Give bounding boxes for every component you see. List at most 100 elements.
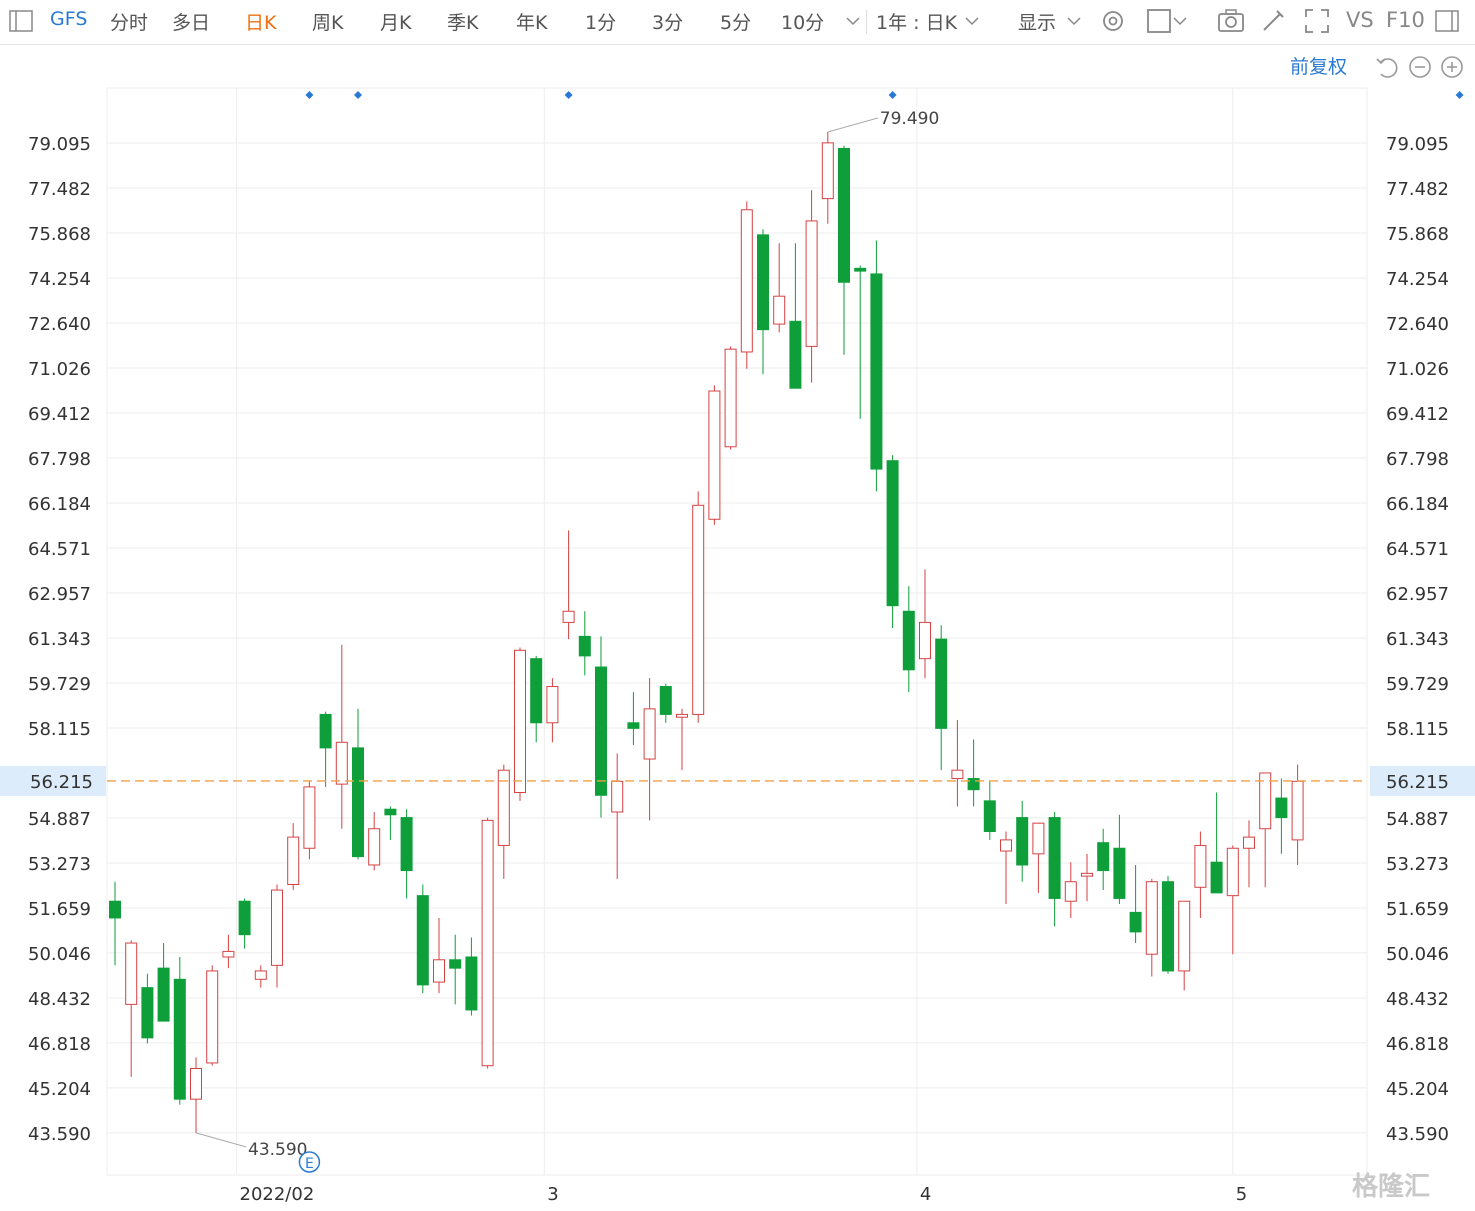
- y-tick-label-right: 43.590: [1386, 1124, 1449, 1145]
- candle-down: [530, 655, 543, 743]
- candlestick-chart[interactable]: 79.095 77.482 75.868 74.254 72.640 71.026 69.4…: [0, 44, 1475, 1211]
- candle-body: [1129, 911, 1142, 933]
- tab-rik[interactable]: 日K: [245, 8, 276, 35]
- y-tick-label-left: 50.046: [28, 944, 91, 965]
- candle-body: [659, 686, 672, 715]
- candle-body: [1178, 900, 1191, 972]
- camera-icon[interactable]: [1216, 6, 1246, 36]
- candle-down: [1129, 864, 1142, 944]
- chevron-down-icon[interactable]: [1170, 6, 1200, 36]
- event-icon[interactable]: E: [298, 1151, 321, 1173]
- candle-body: [983, 800, 996, 833]
- event-diamond-marker[interactable]: [564, 91, 573, 99]
- candle-down: [757, 229, 769, 375]
- candle-down: [400, 809, 413, 899]
- y-tick-label-right: 69.412: [1386, 404, 1449, 425]
- fullscreen-icon[interactable]: [1302, 6, 1332, 36]
- tab-jik[interactable]: 季K: [447, 8, 478, 35]
- x-tick-label: 5: [1236, 1184, 1247, 1205]
- y-tick-label-left: 67.798: [28, 449, 91, 470]
- candle-up: [514, 647, 526, 801]
- event-diamond-marker[interactable]: [354, 91, 362, 99]
- y-tick-label-left: 51.659: [28, 899, 91, 920]
- candle-down: [595, 636, 607, 818]
- candle-down: [1048, 812, 1061, 927]
- tab-zhouk[interactable]: 周K: [312, 8, 343, 35]
- candle-up: [951, 719, 964, 807]
- y-tick-label-left: 53.273: [28, 854, 91, 875]
- gear-icon[interactable]: [1098, 6, 1128, 36]
- candle-body: [805, 220, 818, 347]
- candle-up: [1081, 853, 1093, 902]
- candle-body: [1162, 881, 1174, 972]
- panel-icon[interactable]: [1432, 6, 1462, 36]
- y-tick-label-left: 46.818: [28, 1034, 91, 1055]
- candle-up: [740, 201, 753, 369]
- f10-button[interactable]: F10: [1386, 8, 1425, 32]
- candles: [109, 131, 1304, 1133]
- candle-body: [1291, 780, 1304, 841]
- tab-fenshi[interactable]: 分时: [110, 8, 148, 35]
- pencil-icon[interactable]: [1258, 6, 1288, 36]
- candle-up: [271, 884, 283, 988]
- candle-body: [1194, 844, 1207, 888]
- candle-down: [141, 973, 154, 1044]
- candle-body: [1016, 817, 1029, 866]
- chevron-down-icon[interactable]: [962, 6, 992, 36]
- tab-niank[interactable]: 年K: [516, 8, 547, 35]
- candle-down: [789, 243, 802, 389]
- candle-down: [384, 806, 397, 840]
- candle-up: [708, 385, 721, 525]
- y-tick-label-right: 51.659: [1386, 899, 1449, 920]
- candle-down: [935, 625, 948, 771]
- candle-up: [303, 781, 316, 860]
- candle-body: [1226, 847, 1239, 897]
- y-tick-label-right: 58.115: [1386, 719, 1449, 740]
- candle-body: [271, 889, 283, 966]
- candle-body: [886, 460, 899, 607]
- event-diamond-marker[interactable]: [305, 91, 314, 99]
- chevron-down-icon[interactable]: [1064, 6, 1094, 36]
- vs-button[interactable]: VS: [1346, 8, 1374, 32]
- sidebar-toggle-icon[interactable]: [6, 6, 36, 36]
- candle-down: [1162, 876, 1174, 974]
- candle-body: [1275, 797, 1288, 819]
- tab-1min[interactable]: 1分: [585, 8, 616, 35]
- y-tick-label-right: 66.184: [1386, 494, 1449, 515]
- candle-body: [400, 817, 413, 872]
- event-diamond-marker[interactable]: [1455, 91, 1464, 99]
- y-tick-label-right: 79.095: [1386, 134, 1449, 155]
- candle-body: [368, 828, 381, 866]
- candle-body: [821, 142, 834, 200]
- y-tick-label-right: 61.343: [1386, 629, 1449, 650]
- symbol-label[interactable]: GFS: [50, 8, 87, 30]
- period-select[interactable]: 1年 : 日K: [876, 8, 957, 35]
- candle-body: [465, 956, 478, 1011]
- y-tick-label-right: 75.868: [1386, 224, 1449, 245]
- candle-body: [546, 686, 559, 724]
- candle-body: [173, 978, 186, 1100]
- event-diamond-marker[interactable]: [888, 91, 897, 99]
- y-tick-label-left: 69.412: [28, 404, 91, 425]
- candle-body: [141, 987, 154, 1039]
- y-tick-label-left: 61.343: [28, 629, 91, 650]
- candle-body: [854, 267, 867, 272]
- chevron-down-icon[interactable]: [843, 6, 873, 36]
- min-price-label: 43.590: [248, 1140, 307, 1160]
- candle-down: [319, 711, 332, 787]
- candle-up: [335, 644, 348, 829]
- y-tick-label-left: 79.095: [28, 134, 91, 155]
- tab-duori[interactable]: 多日: [172, 8, 210, 35]
- tab-10min[interactable]: 10分: [781, 8, 824, 35]
- chart-overlay: 56.215 56.21579.49043.590E: [0, 91, 1475, 1173]
- tab-yuek[interactable]: 月K: [380, 8, 411, 35]
- candle-down: [465, 937, 478, 1016]
- tab-5min[interactable]: 5分: [720, 8, 751, 35]
- chart-grid: [106, 87, 1368, 1176]
- tab-3min[interactable]: 3分: [652, 8, 683, 35]
- y-tick-label-right: 59.729: [1386, 674, 1449, 695]
- x-tick-label: 2022/02: [240, 1184, 315, 1205]
- candle-body: [1113, 847, 1126, 899]
- y-tick-label-right: 64.571: [1386, 539, 1449, 560]
- display-select[interactable]: 显示: [1018, 8, 1056, 35]
